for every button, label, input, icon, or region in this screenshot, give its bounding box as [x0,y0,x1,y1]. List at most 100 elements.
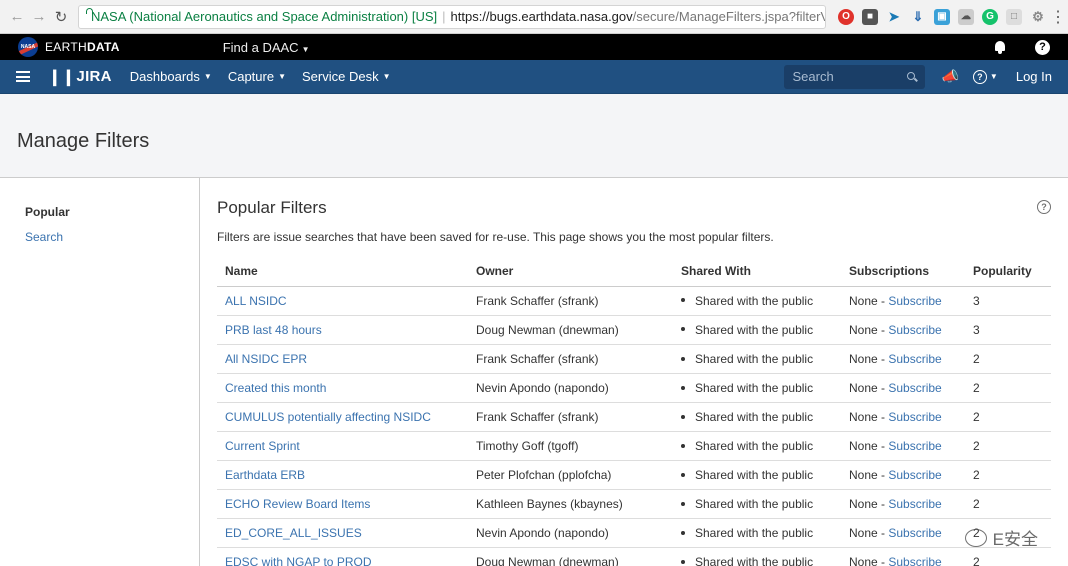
earthdata-brand[interactable]: EARTHDATA [45,40,120,54]
sidebar: Popular Search [0,178,200,566]
filter-name-link[interactable]: ED_CORE_ALL_ISSUES [225,526,362,540]
column-header-popularity: Popularity [965,258,1051,287]
shared-with-text: Shared with the public [695,555,814,566]
table-row: All NSIDC EPR Frank Schaffer (sfrank) Shar… [217,344,1051,374]
popularity-cell: 2 [965,460,1051,491]
subscriptions-status: None - [849,351,889,366]
reload-icon[interactable]: ↻ [50,6,72,28]
popularity-cell: 3 [965,286,1051,316]
nav-dashboards[interactable]: Dashboards ▼ [130,69,212,84]
popularity-cell: 2 [965,373,1051,403]
shared-with-cell: Shared with the public [673,431,841,462]
forward-icon[interactable]: → [28,6,50,28]
nav-capture[interactable]: Capture ▼ [228,69,286,84]
shared-with-text: Shared with the public [695,526,814,541]
earthdata-bar: NASA EARTHDATA Find a DAAC ▼ ? [0,34,1068,60]
subscriptions-status: None - [849,409,889,424]
paper-plane-extension-icon[interactable]: ➤ [886,9,902,25]
media-extension-icon[interactable]: ■ [862,8,878,25]
subscriptions-cell: None - Subscribe [841,489,965,520]
filter-name-link[interactable]: ECHO Review Board Items [225,497,370,511]
filters-table: Name Owner Shared With Subscriptions Pop… [217,258,1051,566]
filter-name-link[interactable]: All NSIDC EPR [225,352,307,366]
subscribe-link[interactable]: Subscribe [888,555,941,566]
owner-cell: Doug Newman (dnewman) [468,547,673,566]
shared-with-cell: Shared with the public [673,286,841,316]
popularity-cell: 2 [965,402,1051,432]
subscribe-link[interactable]: Subscribe [888,439,941,453]
bullet-icon [681,531,685,536]
subscribe-link[interactable]: Subscribe [888,410,941,424]
browser-toolbar: ← → ↻ NASA (National Aeronautics and Spa… [0,0,1068,34]
app-switcher-icon[interactable] [16,71,30,82]
sidebar-item-popular[interactable]: Popular [25,200,174,225]
filter-name-link[interactable]: PRB last 48 hours [225,323,322,337]
shared-with-text: Shared with the public [695,468,814,483]
jira-nav: Dashboards ▼ Capture ▼ Service Desk ▼ [130,69,391,84]
jira-logo[interactable]: ❙❙ JIRA [48,67,112,87]
page-header: Manage Filters [0,106,1068,178]
login-link[interactable]: Log In [1016,69,1052,84]
subscriptions-cell: None - Subscribe [841,431,965,462]
feedback-megaphone-icon[interactable]: 📣 [941,68,958,85]
download-extension-icon[interactable]: ⇓ [910,9,926,25]
tab-extension-icon[interactable]: □ [1006,8,1022,25]
shared-with-cell: Shared with the public [673,373,841,403]
filter-name-link[interactable]: EDSC with NGAP to PROD [225,555,371,566]
section-heading: Popular Filters [217,198,327,217]
subscriptions-cell: None - Subscribe [841,373,965,403]
find-daac-dropdown[interactable]: Find a DAAC ▼ [223,40,310,55]
filter-name-cell: PRB last 48 hours [217,315,468,345]
search-icon[interactable] [907,71,917,82]
filter-name-cell: ED_CORE_ALL_ISSUES [217,518,468,549]
caret-down-icon: ▼ [278,72,286,81]
back-icon[interactable]: ← [6,6,28,28]
filter-name-link[interactable]: Created this month [225,381,326,395]
subscribe-link[interactable]: Subscribe [888,526,941,540]
table-row: ED_CORE_ALL_ISSUES Nevin Apondo (napondo)… [217,518,1051,549]
filter-name-cell: ALL NSIDC [217,286,468,316]
address-bar[interactable]: NASA (National Aeronautics and Space Adm… [78,4,826,29]
nasa-logo[interactable]: NASA [18,37,38,57]
filter-name-link[interactable]: Earthdata ERB [225,468,305,482]
caret-down-icon: ▼ [382,72,391,81]
subscribe-link[interactable]: Subscribe [888,323,941,337]
filter-name-cell: EDSC with NGAP to PROD [217,547,468,566]
search-input[interactable] [792,69,908,84]
help-icon[interactable]: ? [1035,39,1050,55]
owner-cell: Timothy Goff (tgoff) [468,431,673,462]
table-header-row: Name Owner Shared With Subscriptions Pop… [217,258,1051,287]
screen-extension-icon[interactable]: ▣ [934,8,950,25]
url-separator: | [442,9,446,24]
subscriptions-cell: None - Subscribe [841,518,965,549]
quick-search [784,64,926,89]
section-description: Filters are issue searches that have bee… [217,230,774,244]
owner-cell: Frank Schaffer (sfrank) [468,402,673,432]
filter-name-link[interactable]: CUMULUS potentially affecting NSIDC [225,410,431,424]
subscriptions-cell: None - Subscribe [841,344,965,374]
subscribe-link[interactable]: Subscribe [888,468,941,482]
subscribe-link[interactable]: Subscribe [888,294,941,308]
subscriptions-cell: None - Subscribe [841,460,965,491]
sidebar-item-search[interactable]: Search [25,225,174,250]
cloud-extension-icon[interactable]: ☁ [958,8,974,25]
filter-name-link[interactable]: Current Sprint [225,439,300,453]
help-icon[interactable]: ? [1037,200,1051,214]
subscribe-link[interactable]: Subscribe [888,497,941,511]
extension-icons: O ■ ➤ ⇓ ▣ ☁ G □ ⚙ [838,8,1046,25]
popularity-cell: 2 [965,431,1051,462]
grammarly-extension-icon[interactable]: G [982,8,998,25]
subscriptions-status: None - [849,497,889,512]
url-host: https://bugs.earthdata.nasa.gov [450,9,633,24]
browser-menu-icon[interactable]: ⋮ [1050,7,1066,27]
help-menu-dropdown[interactable]: ? ▼ [972,69,998,84]
subscribe-link[interactable]: Subscribe [888,381,941,395]
nav-service-desk[interactable]: Service Desk ▼ [302,69,391,84]
subscriptions-status: None - [849,439,889,454]
subscribe-link[interactable]: Subscribe [888,352,941,366]
notification-bell-icon[interactable] [993,40,1007,54]
opera-extension-icon[interactable]: O [838,8,854,25]
puzzle-extension-icon[interactable]: ⚙ [1030,9,1046,25]
subscriptions-status: None - [849,468,889,483]
filter-name-link[interactable]: ALL NSIDC [225,294,287,308]
